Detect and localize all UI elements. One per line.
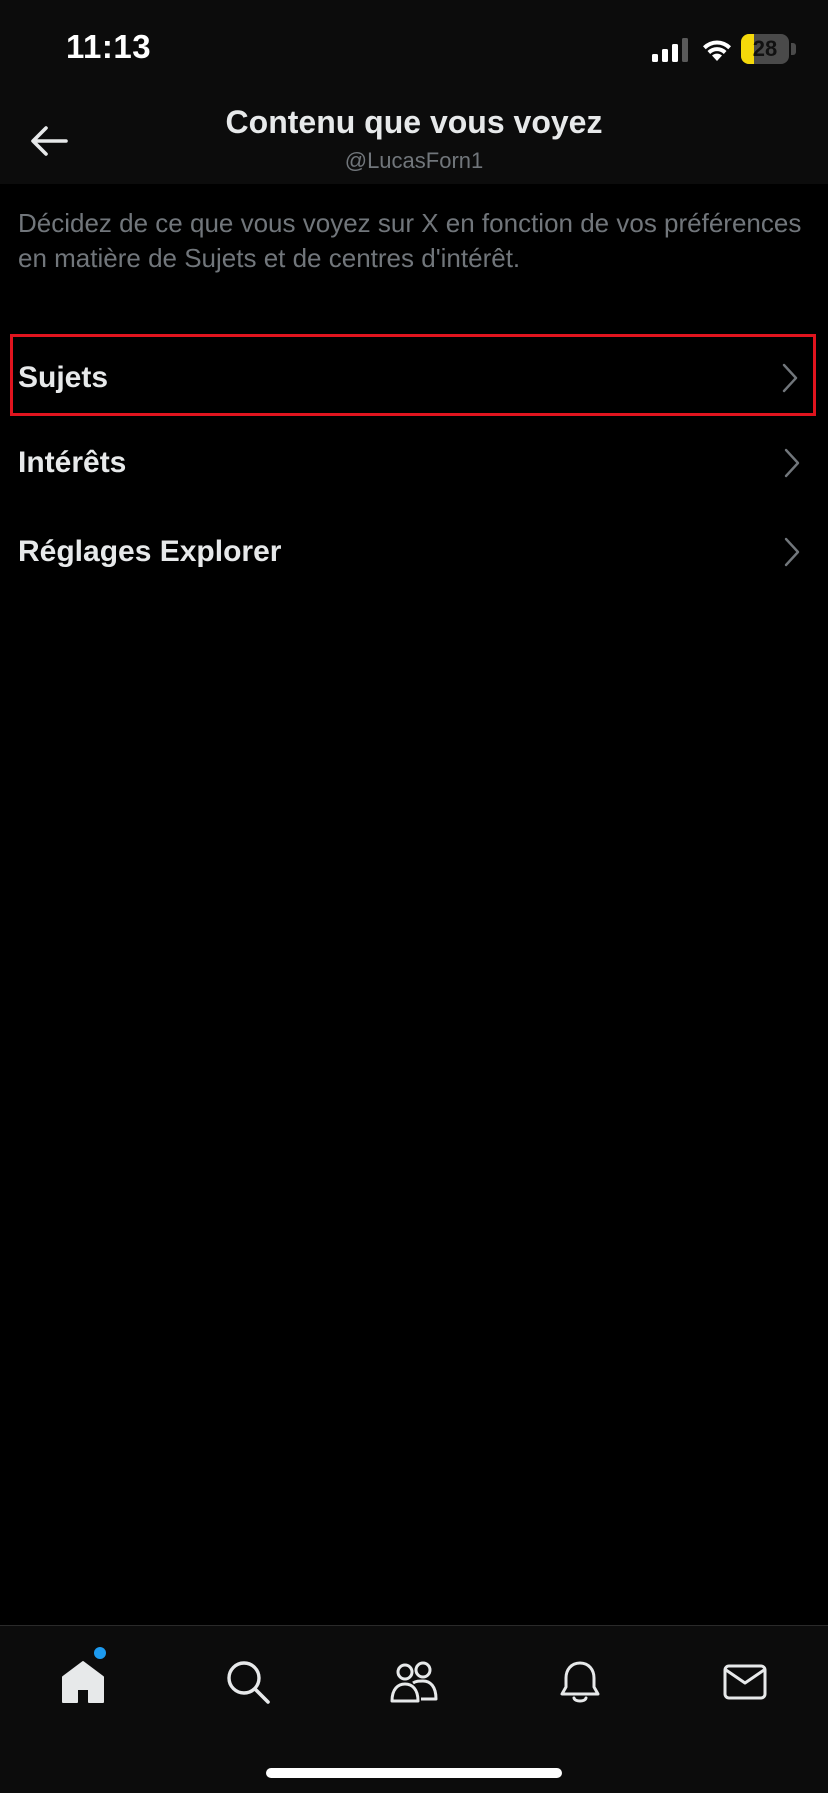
mail-icon (723, 1664, 767, 1700)
page-header: Contenu que vous voyez @LucasForn1 (0, 100, 828, 184)
chevron-right-icon (784, 448, 800, 478)
notification-dot (94, 1647, 106, 1659)
battery-cap (791, 43, 796, 55)
battery-level-text: 28 (752, 36, 778, 61)
status-bar: 11:13 28 (0, 0, 828, 100)
chevron-right-icon (782, 363, 798, 393)
signal-icon (652, 38, 688, 62)
nav-communities-button[interactable] (384, 1652, 444, 1712)
menu-item-label: Intérêts (18, 446, 127, 479)
search-icon (227, 1661, 270, 1704)
menu-item-reglages-explorer[interactable]: Réglages Explorer (0, 508, 828, 596)
home-indicator[interactable] (266, 1768, 562, 1778)
menu-item-label: Sujets (18, 361, 109, 394)
menu-item-sujets[interactable]: Sujets (10, 334, 816, 416)
bottom-nav (0, 1625, 828, 1793)
page-title: Contenu que vous voyez (225, 104, 603, 140)
status-time: 11:13 (66, 28, 152, 65)
home-icon (62, 1661, 104, 1703)
chevron-right-icon (784, 537, 800, 567)
nav-notifications-button[interactable] (550, 1652, 610, 1712)
menu-item-interets[interactable]: Intérêts (0, 419, 828, 507)
wifi-icon (703, 40, 731, 61)
menu-item-label: Réglages Explorer (18, 535, 282, 568)
nav-messages-button[interactable] (715, 1652, 775, 1712)
page-subtitle: @LucasForn1 (344, 148, 484, 173)
bell-icon (560, 1661, 600, 1703)
battery-icon: 28 (741, 34, 789, 64)
nav-search-button[interactable] (218, 1652, 278, 1712)
communities-icon (390, 1661, 438, 1703)
page-description: Décidez de ce que vous voyez sur X en fo… (18, 208, 802, 273)
nav-home-button[interactable] (53, 1652, 113, 1712)
